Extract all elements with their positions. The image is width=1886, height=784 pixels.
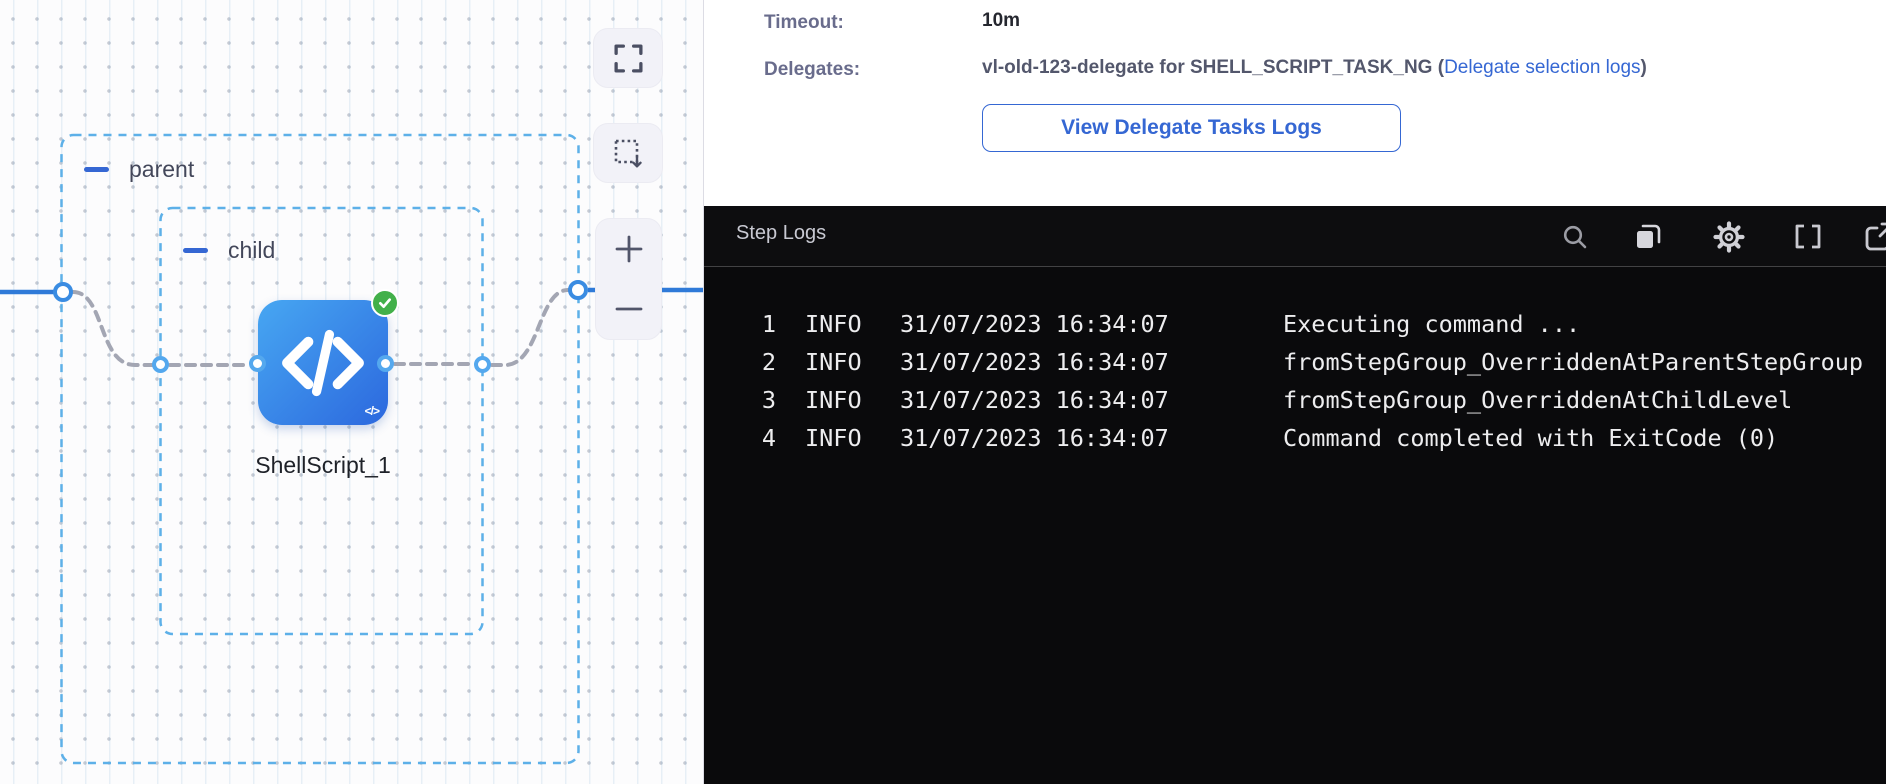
delegates-value: vl-old-123-delegate for SHELL_SCRIPT_TAS…: [982, 57, 1647, 79]
edge-parent-to-child: [73, 292, 152, 365]
fullscreen-icon: [1792, 221, 1824, 253]
log-line: 2 INFO 31/07/2023 16:34:07 fromStepGroup…: [704, 343, 1886, 381]
step-type-icon: </>: [365, 404, 379, 418]
log-line: 3 INFO 31/07/2023 16:34:07 fromStepGroup…: [704, 381, 1886, 419]
copy-icon: [1631, 220, 1665, 254]
step-details-panel: Timeout: 10m Delegates: vl-old-123-deleg…: [703, 0, 1886, 784]
log-message: fromStepGroup_OverriddenAtParentStepGrou…: [1283, 347, 1863, 377]
marquee-select-icon: [611, 136, 646, 171]
step-logs-console: Step Logs: [704, 206, 1886, 784]
success-check-icon: [371, 289, 399, 317]
log-search-button[interactable]: [1560, 206, 1590, 267]
log-settings-button[interactable]: [1710, 206, 1748, 267]
child-out-port[interactable]: [474, 356, 491, 373]
fullscreen-logs-button[interactable]: [1792, 206, 1824, 267]
delegates-close-paren: ): [1641, 57, 1647, 78]
log-timestamp: 31/07/2023 16:34:07: [900, 347, 1169, 377]
collapse-minus-icon[interactable]: [183, 248, 208, 253]
parent-in-port[interactable]: [53, 282, 73, 302]
log-line-number: 1: [748, 309, 776, 339]
zoom-out-icon: [613, 293, 645, 325]
zoom-controls: [595, 218, 662, 340]
expand-icon: [612, 42, 645, 75]
step-node-shellscript[interactable]: </>: [258, 300, 388, 425]
parent-group-border[interactable]: [62, 135, 579, 763]
child-group-label: child: [228, 237, 275, 264]
log-message: fromStepGroup_OverriddenAtChildLevel: [1283, 385, 1792, 415]
log-message: Command completed with ExitCode (0): [1283, 423, 1778, 453]
view-delegate-tasks-logs-button[interactable]: View Delegate Tasks Logs: [982, 104, 1401, 152]
log-level: INFO: [805, 423, 862, 453]
parent-out-port[interactable]: [568, 280, 588, 300]
open-in-new-button[interactable]: [1861, 206, 1886, 267]
log-timestamp: 31/07/2023 16:34:07: [900, 423, 1169, 453]
timeout-label: Timeout:: [764, 12, 844, 34]
parent-group-label: parent: [129, 156, 194, 183]
console-header: Step Logs: [704, 206, 1886, 267]
log-timestamp: 31/07/2023 16:34:07: [900, 309, 1169, 339]
parent-group-header[interactable]: parent: [84, 156, 194, 183]
log-level: INFO: [805, 385, 862, 415]
node-out-port[interactable]: [377, 355, 394, 372]
log-line: 4 INFO 31/07/2023 16:34:07 Command compl…: [704, 419, 1886, 457]
delegate-selection-logs-link[interactable]: Delegate selection logs: [1444, 57, 1640, 78]
log-line-number: 3: [748, 385, 776, 415]
log-timestamp: 31/07/2023 16:34:07: [900, 385, 1169, 415]
console-title: Step Logs: [736, 222, 826, 245]
child-group-header[interactable]: child: [183, 237, 275, 264]
log-line: 1 INFO 31/07/2023 16:34:07 Executing com…: [704, 305, 1886, 343]
edge-child-to-parent: [492, 290, 568, 365]
log-line-number: 4: [748, 423, 776, 453]
timeout-value: 10m: [982, 10, 1020, 32]
zoom-in-icon: [613, 233, 645, 265]
step-node-title: ShellScript_1: [255, 452, 391, 479]
zoom-in-button[interactable]: [596, 219, 661, 279]
log-lines: 1 INFO 31/07/2023 16:34:07 Executing com…: [704, 269, 1886, 457]
settings-gear-icon: [1710, 218, 1748, 256]
delegates-label: Delegates:: [764, 59, 860, 81]
log-level: INFO: [805, 347, 862, 377]
expand-canvas-button[interactable]: [593, 28, 663, 88]
open-in-new-icon: [1861, 219, 1886, 255]
log-level: INFO: [805, 309, 862, 339]
node-in-port[interactable]: [249, 355, 266, 372]
log-message: Executing command ...: [1283, 309, 1580, 339]
copy-logs-button[interactable]: [1631, 206, 1665, 267]
search-icon: [1560, 222, 1590, 252]
pipeline-canvas[interactable]: parent child </> ShellScript_1: [0, 0, 703, 784]
log-line-number: 2: [748, 347, 776, 377]
child-in-port[interactable]: [152, 356, 169, 373]
collapse-minus-icon[interactable]: [84, 167, 109, 172]
code-icon: [277, 317, 369, 409]
marquee-select-button[interactable]: [593, 123, 663, 183]
zoom-out-button[interactable]: [596, 279, 661, 339]
delegate-name-text: vl-old-123-delegate for SHELL_SCRIPT_TAS…: [982, 57, 1444, 78]
